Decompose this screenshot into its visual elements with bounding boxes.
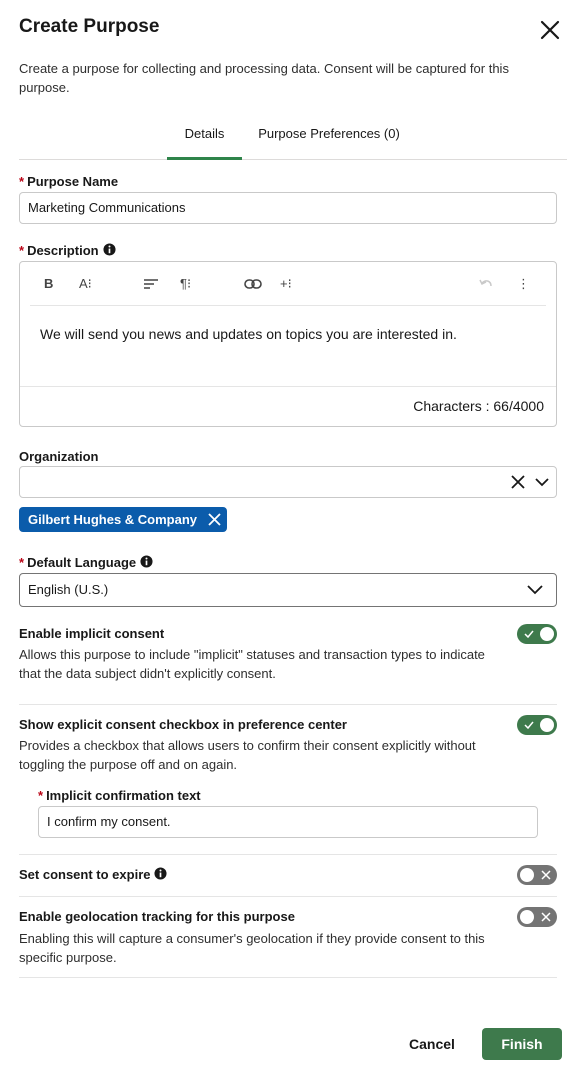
explicit-checkbox-description: Provides a checkbox that allows users to… [19, 738, 476, 772]
implicit-consent-toggle[interactable] [517, 624, 557, 644]
align-button[interactable] [143, 274, 159, 294]
description-text[interactable]: We will send you news and updates on top… [40, 326, 457, 342]
implicit-confirmation-label: * Implicit confirmation text [38, 788, 201, 803]
explicit-checkbox-toggle[interactable] [517, 715, 557, 735]
undo-button[interactable] [478, 274, 494, 294]
tab-bar: Details Purpose Preferences (0) [19, 122, 567, 160]
required-marker: * [19, 174, 25, 189]
purpose-name-label: * Purpose Name [19, 174, 119, 189]
modal-title: Create Purpose [19, 16, 160, 37]
toggle-knob [540, 627, 554, 641]
close-button[interactable] [538, 18, 562, 42]
tab-purpose-preferences[interactable]: Purpose Preferences (0) [249, 122, 409, 160]
undo-icon[interactable] [478, 274, 494, 294]
modal-intro: Create a purpose for collecting and proc… [19, 61, 509, 95]
geolocation-toggle[interactable] [517, 907, 557, 927]
chevron-down-icon[interactable] [534, 474, 550, 490]
toggle-knob [520, 910, 534, 924]
selected-language: English (U.S.) [28, 582, 109, 597]
consent-expire-toggle[interactable] [517, 865, 557, 885]
toggle-knob [520, 868, 534, 882]
close-icon [541, 870, 551, 880]
check-icon [524, 721, 534, 730]
chevron-down-icon [527, 585, 543, 595]
check-icon [524, 630, 534, 639]
cancel-button[interactable]: Cancel [402, 1028, 462, 1060]
default-language-select[interactable]: English (U.S.) [19, 573, 557, 607]
info-icon[interactable] [140, 555, 153, 568]
implicit-confirmation-input[interactable]: I confirm my consent. [38, 806, 538, 838]
rich-text-toolbar: B A⁝ ¶⁝ +⁝ ⋮ [20, 262, 556, 306]
pill-label: Gilbert Hughes & Company [28, 512, 198, 527]
required-marker: * [19, 243, 25, 258]
organization-label: Organization [19, 449, 99, 464]
section-divider [19, 896, 557, 897]
purpose-name-input[interactable]: Marketing Communications [19, 192, 557, 224]
section-divider [19, 977, 557, 978]
description-label: * Description [19, 243, 116, 258]
consent-expire-title: Set consent to expire [19, 867, 168, 882]
tab-details[interactable]: Details [167, 122, 242, 160]
insert-button[interactable]: +⁝ [280, 274, 292, 294]
section-divider [19, 704, 557, 705]
link-button[interactable] [244, 274, 262, 294]
organization-pill: Gilbert Hughes & Company [19, 507, 228, 532]
required-marker: * [38, 788, 44, 803]
toggle-knob [540, 718, 554, 732]
info-icon[interactable] [103, 243, 116, 256]
geolocation-title: Enable geolocation tracking for this pur… [19, 909, 295, 924]
required-marker: * [19, 555, 25, 570]
info-icon[interactable] [154, 867, 168, 880]
more-options-button[interactable]: ⋮ [517, 274, 530, 294]
explicit-checkbox-title: Show explicit consent checkbox in prefer… [19, 717, 347, 732]
close-icon[interactable] [538, 18, 562, 42]
implicit-consent-title: Enable implicit consent [19, 626, 165, 641]
remove-pill-icon[interactable] [208, 513, 221, 526]
align-left-icon[interactable] [143, 274, 159, 294]
editor-footer-divider [20, 386, 556, 387]
toolbar-divider [30, 305, 546, 306]
clear-icon[interactable] [510, 474, 526, 490]
bold-button[interactable]: B [44, 274, 53, 294]
organization-combobox[interactable] [19, 466, 557, 498]
finish-button[interactable]: Finish [482, 1028, 562, 1060]
paragraph-button[interactable]: ¶⁝ [180, 274, 191, 294]
section-divider [19, 854, 557, 855]
geolocation-description: Enabling this will capture a consumer's … [19, 931, 485, 965]
close-icon [541, 912, 551, 922]
character-count: Characters : 66/4000 [413, 398, 544, 414]
default-language-label: * Default Language [19, 555, 153, 570]
implicit-consent-description: Allows this purpose to include "implicit… [19, 647, 485, 681]
link-icon[interactable] [244, 274, 262, 294]
font-size-button[interactable]: A⁝ [79, 274, 92, 294]
description-editor[interactable]: B A⁝ ¶⁝ +⁝ ⋮ We will send you news and u… [19, 261, 557, 427]
